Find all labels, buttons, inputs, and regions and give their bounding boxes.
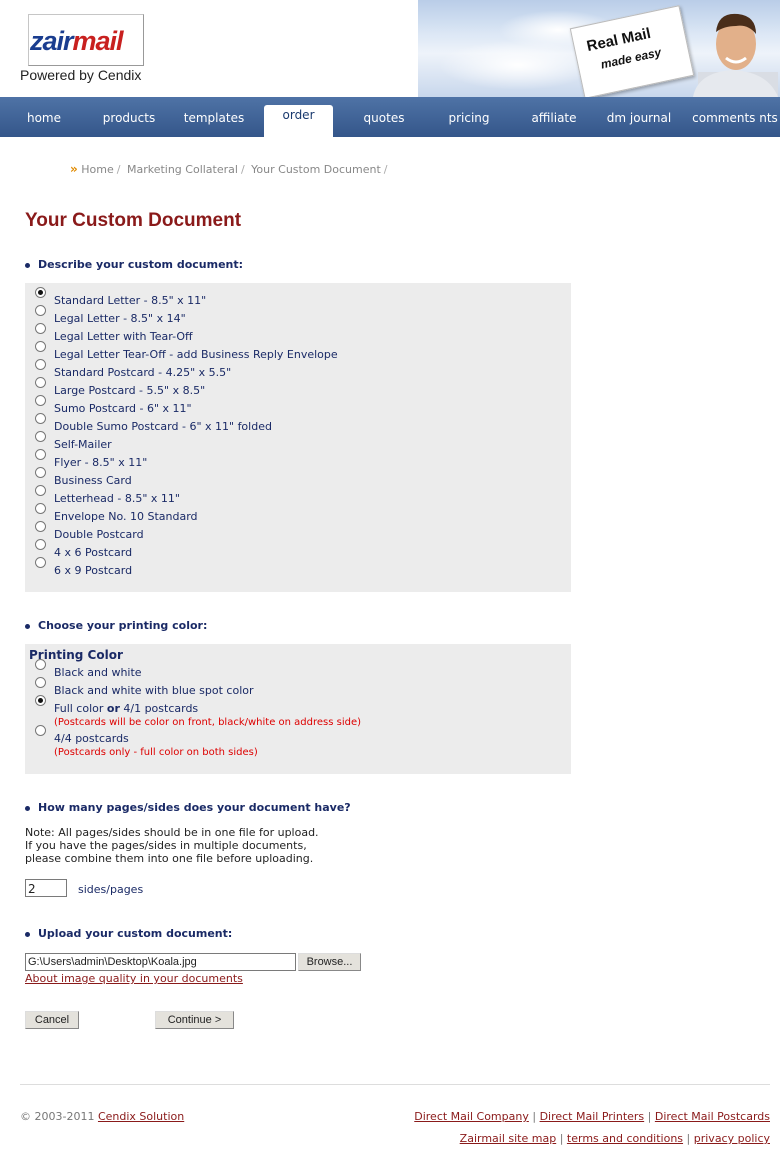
nav-templates[interactable]: templates xyxy=(180,97,248,137)
radio-button[interactable] xyxy=(35,431,46,442)
radio-button[interactable] xyxy=(35,395,46,406)
radio-button[interactable] xyxy=(35,305,46,316)
banner-image: Real Mail made easy xyxy=(418,0,780,97)
logo-subtitle: Powered by Cendix xyxy=(20,67,142,83)
breadcrumb-marketing-collateral[interactable]: Marketing Collateral xyxy=(127,163,238,176)
browse-button[interactable]: Browse... xyxy=(298,953,361,971)
radio-button[interactable] xyxy=(35,539,46,550)
footer-link[interactable]: privacy policy xyxy=(694,1132,770,1145)
section-heading-describe: Describe your custom document: xyxy=(25,258,243,271)
copyright: © 2003-2011 Cendix Solution xyxy=(20,1110,185,1123)
bullet-icon xyxy=(25,623,30,629)
section-heading-color: Choose your printing color: xyxy=(25,619,207,632)
breadcrumb: » Home / Marketing Collateral / Your Custo… xyxy=(70,162,388,176)
footer-link[interactable]: terms and conditions xyxy=(567,1132,683,1145)
nav-comments[interactable]: comments nts xyxy=(690,97,780,137)
breadcrumb-home[interactable]: Home xyxy=(81,163,113,176)
file-path-input[interactable]: G:\Users\admin\Desktop\Koala.jpg xyxy=(25,953,296,971)
nav-products[interactable]: products xyxy=(96,97,162,137)
cendix-link[interactable]: Cendix Solution xyxy=(98,1110,184,1123)
breadcrumb-current: Your Custom Document xyxy=(251,163,381,176)
footer-link[interactable]: Direct Mail Company xyxy=(414,1110,529,1123)
footer-divider xyxy=(20,1084,770,1085)
footer-link[interactable]: Direct Mail Postcards xyxy=(655,1110,770,1123)
pages-input[interactable]: 2 xyxy=(25,879,67,897)
main-nav: home products templates order quotes pri… xyxy=(0,97,780,137)
radio-button[interactable] xyxy=(35,449,46,460)
section-heading-upload: Upload your custom document: xyxy=(25,927,232,940)
radio-button[interactable] xyxy=(35,695,46,706)
cancel-button[interactable]: Cancel xyxy=(25,1011,79,1029)
radio-button[interactable] xyxy=(35,725,46,736)
footer-link[interactable]: Direct Mail Printers xyxy=(540,1110,645,1123)
radio-button[interactable] xyxy=(35,485,46,496)
printing-color-panel: Printing Color Black and white Black and… xyxy=(25,644,571,774)
image-quality-link[interactable]: About image quality in your documents xyxy=(25,972,243,985)
nav-quotes[interactable]: quotes xyxy=(352,97,416,137)
radio-button[interactable] xyxy=(35,503,46,514)
radio-button[interactable] xyxy=(35,467,46,478)
radio-button[interactable] xyxy=(35,557,46,568)
nav-home[interactable]: home xyxy=(14,97,74,137)
bullet-icon xyxy=(25,805,30,811)
radio-button[interactable] xyxy=(35,521,46,532)
footer-links-row2: Zairmail site map | terms and conditions… xyxy=(459,1132,770,1145)
header: zairmail Powered by Cendix Real Mail mad… xyxy=(0,0,780,97)
nav-pricing[interactable]: pricing xyxy=(436,97,502,137)
breadcrumb-arrow-icon: » xyxy=(70,162,78,176)
radio-button[interactable] xyxy=(35,659,46,670)
continue-button[interactable]: Continue > xyxy=(155,1011,234,1029)
bullet-icon xyxy=(25,931,30,937)
section-heading-pages: How many pages/sides does your document … xyxy=(25,801,351,814)
radio-button[interactable] xyxy=(35,341,46,352)
radio-button[interactable] xyxy=(35,359,46,370)
pages-label: sides/pages xyxy=(78,883,144,896)
nav-order[interactable]: order xyxy=(264,105,333,137)
footer-links-row1: Direct Mail Company | Direct Mail Printe… xyxy=(414,1110,770,1123)
logo[interactable]: zairmail xyxy=(30,26,124,57)
radio-button[interactable] xyxy=(35,677,46,688)
page-title: Your Custom Document xyxy=(25,210,242,231)
nav-affiliate[interactable]: affiliate xyxy=(520,97,588,137)
pages-note: Note: All pages/sides should be in one f… xyxy=(25,826,319,865)
radio-button[interactable] xyxy=(35,287,46,298)
person-photo xyxy=(693,13,778,97)
color-note-four: (Postcards only - full color on both sid… xyxy=(54,747,258,758)
footer-link[interactable]: Zairmail site map xyxy=(460,1132,557,1145)
document-type-panel: Standard Letter - 8.5" x 11" Legal Lette… xyxy=(25,283,571,592)
nav-dm-journal[interactable]: dm journal xyxy=(602,97,676,137)
radio-button[interactable] xyxy=(35,377,46,388)
bullet-icon xyxy=(25,262,30,268)
radio-button[interactable] xyxy=(35,413,46,424)
radio-button[interactable] xyxy=(35,323,46,334)
